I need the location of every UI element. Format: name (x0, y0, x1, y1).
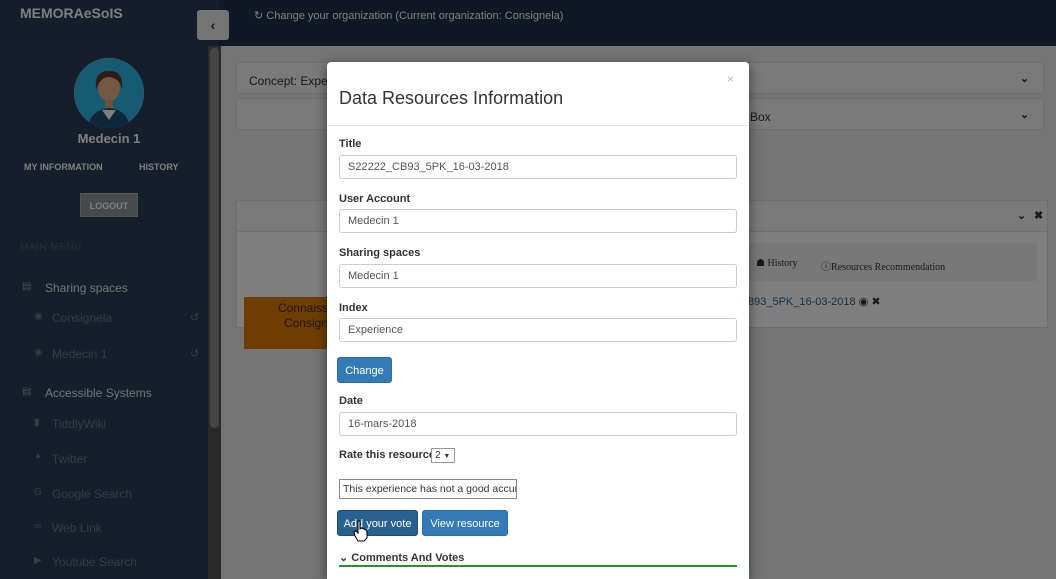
data-resources-modal: × Data Resources Information Title S2222… (327, 62, 749, 579)
modal-header-divider (327, 125, 749, 126)
modal-title: Data Resources Information (339, 88, 564, 108)
user-account-label: User Account (339, 193, 411, 205)
sharing-spaces-label: Sharing spaces (339, 247, 421, 259)
user-account-field[interactable]: Medecin 1 (339, 209, 737, 233)
rate-select[interactable]: 2 ▼ (431, 448, 455, 463)
comments-divider (339, 565, 737, 567)
title-field[interactable]: S22222_CB93_5PK_16-03-2018 (339, 155, 737, 179)
chevron-down-icon: ⌄ (339, 552, 349, 564)
index-field[interactable]: Experience (339, 318, 737, 342)
hand-cursor-icon (353, 520, 368, 542)
sharing-spaces-field[interactable]: Medecin 1 (339, 264, 737, 288)
close-icon[interactable]: × (727, 72, 734, 86)
comment-input[interactable]: This experience has not a good accura (339, 479, 517, 499)
view-resource-button[interactable]: View resource (422, 510, 508, 536)
change-button[interactable]: Change (337, 357, 392, 383)
date-label: Date (339, 395, 363, 407)
add-vote-button[interactable]: Add your vote (337, 510, 418, 536)
caret-down-icon: ▼ (443, 453, 451, 460)
comments-and-votes-label: Comments And Votes (351, 552, 465, 564)
comments-and-votes-toggle[interactable]: ⌄ Comments And Votes (339, 551, 464, 564)
title-label: Title (339, 138, 362, 150)
rate-label: Rate this resource (339, 449, 435, 461)
rate-select-value: 2 (435, 450, 441, 461)
index-label: Index (339, 302, 368, 314)
date-field[interactable]: 16-mars-2018 (339, 412, 737, 436)
